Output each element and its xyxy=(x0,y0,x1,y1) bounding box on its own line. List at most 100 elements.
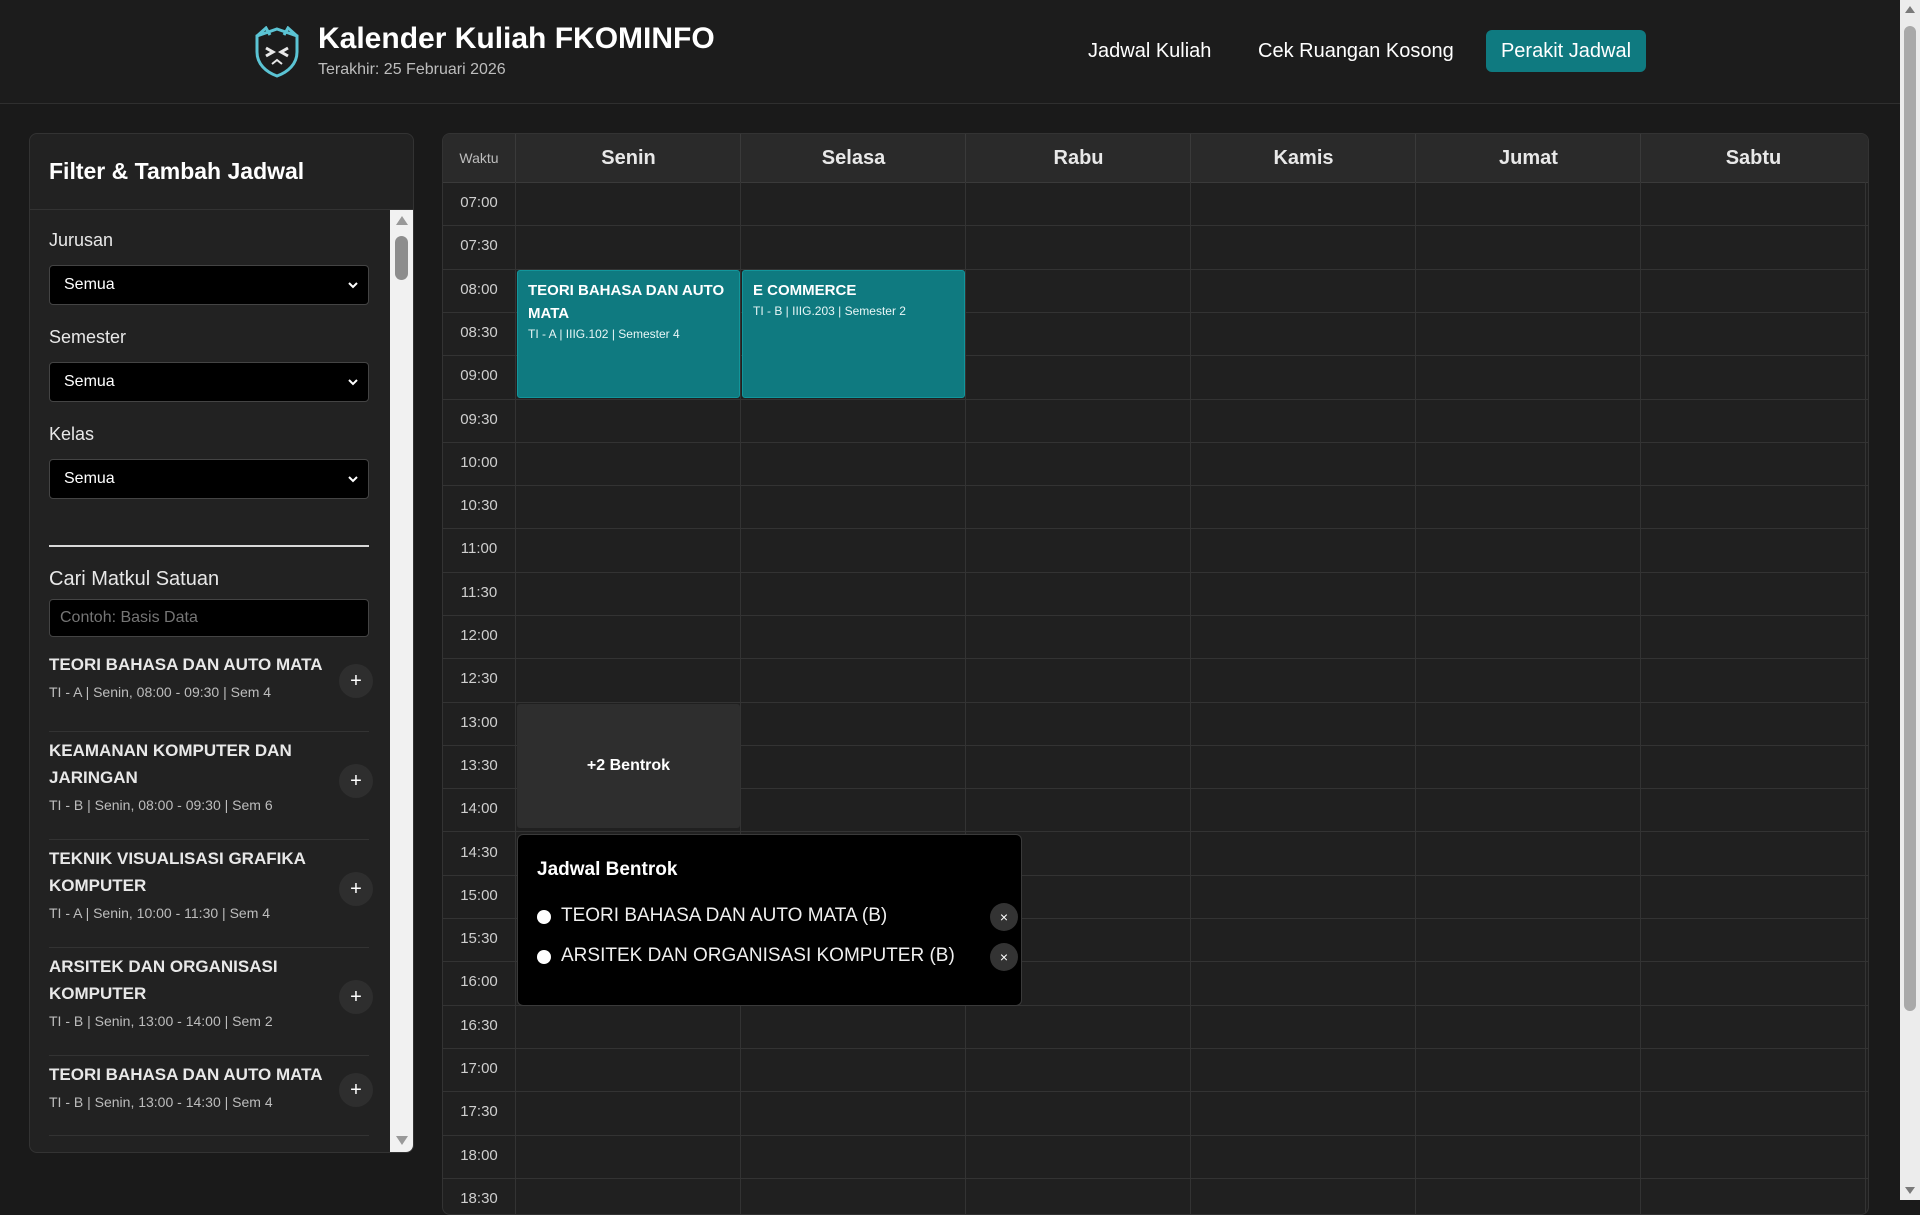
course-list-item: KEAMANAN KOMPUTER DAN JARINGAN TI - B | … xyxy=(49,731,373,840)
search-label: Cari Matkul Satuan xyxy=(49,568,220,590)
grid-column-line xyxy=(1640,182,1641,1214)
conflict-indicator[interactable]: +2 Bentrok xyxy=(517,704,740,828)
add-course-button[interactable]: + xyxy=(339,872,373,906)
filter-label-jurusan: Jurusan xyxy=(49,230,114,250)
time-slot-label: 07:30 xyxy=(460,237,498,254)
kelas-select-value: Semua xyxy=(64,470,115,487)
weekly-calendar: Waktu Senin Selasa Rabu Kamis Jumat Sabt… xyxy=(442,133,1869,1215)
filter-label-kelas: Kelas xyxy=(49,424,95,444)
nav-cek-ruangan-kosong[interactable]: Cek Ruangan Kosong xyxy=(1258,30,1454,72)
day-header-selasa: Selasa xyxy=(740,134,966,182)
course-name: TEKNIK VISUALISASI GRAFIKA KOMPUTER xyxy=(49,849,306,895)
time-slot-label: 13:00 xyxy=(460,714,498,731)
course-list-item: TEKNIK VISUALISASI GRAFIKA KOMPUTER TI -… xyxy=(49,839,373,948)
conflict-item-label: ARSITEK DAN ORGANISASI KOMPUTER (B) xyxy=(561,945,955,966)
jurusan-select[interactable]: Semua xyxy=(49,265,369,305)
conflict-popup: Jadwal Bentrok TEORI BAHASA DAN AUTO MAT… xyxy=(517,834,1022,1006)
time-column-header: Waktu xyxy=(459,150,499,166)
event-title: E COMMERCE xyxy=(753,282,857,299)
remove-conflict-close-icon[interactable]: × xyxy=(990,943,1018,971)
time-slot-label: 18:30 xyxy=(460,1190,498,1207)
jurusan-select-value: Semua xyxy=(64,276,115,293)
grid-row-line xyxy=(443,658,1868,659)
time-slot-label: 12:30 xyxy=(460,670,498,687)
time-slot-label: 08:00 xyxy=(460,281,498,298)
course-list-item: ARSITEK DAN ORGANISASI KOMPUTER TI - B |… xyxy=(49,947,373,1056)
grid-row-line xyxy=(443,1135,1868,1136)
time-slot-label: 10:00 xyxy=(460,454,498,471)
grid-row-line xyxy=(443,399,1868,400)
filter-sidebar: Filter & Tambah Jadwal Jurusan Semua Sem… xyxy=(29,133,414,1153)
grid-row-line xyxy=(443,442,1868,443)
conflict-radio[interactable] xyxy=(537,950,551,964)
sidebar-title: Filter & Tambah Jadwal xyxy=(49,158,305,184)
course-name: TEORI BAHASA DAN AUTO MATA xyxy=(49,1065,323,1084)
nav-jadwal-kuliah[interactable]: Jadwal Kuliah xyxy=(1088,30,1211,72)
course-meta: TI - A | Senin, 08:00 - 09:30 | Sem 4 xyxy=(49,684,272,700)
time-slot-label: 11:30 xyxy=(460,584,498,601)
time-slot-label: 14:00 xyxy=(460,800,498,817)
window-scrollbar-thumb[interactable] xyxy=(1904,26,1916,1011)
time-slot-label: 09:00 xyxy=(460,367,498,384)
grid-column-line xyxy=(740,182,741,1214)
time-slot-label: 16:00 xyxy=(460,973,498,990)
add-course-button[interactable]: + xyxy=(339,1073,373,1107)
add-course-button[interactable]: + xyxy=(339,664,373,698)
add-course-button[interactable]: + xyxy=(339,980,373,1014)
top-header: Kalender Kuliah FKOMINFO Terakhir: 25 Fe… xyxy=(0,0,1900,104)
grid-row-line xyxy=(443,485,1868,486)
kelas-select[interactable]: Semua xyxy=(49,459,369,499)
grid-row-line xyxy=(443,615,1868,616)
calendar-event[interactable]: E COMMERCE TI - B | IIIG.203 | Semester … xyxy=(742,270,965,398)
sidebar-scroll-up-icon[interactable] xyxy=(396,216,408,225)
course-search-input[interactable] xyxy=(49,599,369,637)
grid-row-line xyxy=(443,702,1868,703)
course-name: KEAMANAN KOMPUTER DAN JARINGAN xyxy=(49,741,292,787)
semester-select[interactable]: Semua xyxy=(49,362,369,402)
sidebar-scrollbar[interactable] xyxy=(390,210,413,1152)
time-slot-label: 08:30 xyxy=(460,324,498,341)
time-slot-label: 07:00 xyxy=(460,194,498,211)
time-slot-label: 15:30 xyxy=(460,930,498,947)
time-slot-label: 17:00 xyxy=(460,1060,498,1077)
course-name: TEORI BAHASA DAN AUTO MATA xyxy=(49,655,323,674)
grid-row-line xyxy=(443,528,1868,529)
conflict-item: TEORI BAHASA DAN AUTO MATA (B) × xyxy=(537,902,1018,932)
time-slot-label: 11:00 xyxy=(460,540,498,557)
grid-row-line xyxy=(443,831,1868,832)
grid-column-line xyxy=(965,182,966,1214)
event-meta: TI - A | IIIG.102 | Semester 4 xyxy=(528,327,680,341)
grid-column-line xyxy=(1415,182,1416,1214)
course-list-item: TEORI BAHASA DAN AUTO MATA TI - A | Seni… xyxy=(49,651,373,732)
time-slot-label: 14:30 xyxy=(460,844,498,861)
day-header-rabu: Rabu xyxy=(965,134,1191,182)
course-list-item: TEORI BAHASA DAN AUTO MATA TI - B | Seni… xyxy=(49,1055,373,1136)
section-divider xyxy=(49,545,369,547)
day-header-senin: Senin xyxy=(515,134,741,182)
course-meta: TI - B | Senin, 13:00 - 14:00 | Sem 2 xyxy=(49,1013,273,1029)
time-slot-label: 13:30 xyxy=(460,757,498,774)
sidebar-scroll-area: Jurusan Semua Semester Semua Kelas Semua… xyxy=(30,210,390,1152)
remove-conflict-close-icon[interactable]: × xyxy=(990,903,1018,931)
add-course-button[interactable]: + xyxy=(339,764,373,798)
sidebar-scroll-down-icon[interactable] xyxy=(396,1136,408,1145)
popup-title: Jadwal Bentrok xyxy=(537,859,678,880)
scroll-down-arrow-icon[interactable] xyxy=(1905,1187,1915,1194)
last-updated-text: Terakhir: 25 Februari 2026 xyxy=(318,61,506,78)
time-slot-label: 15:00 xyxy=(460,887,498,904)
time-slot-label: 16:30 xyxy=(460,1017,498,1034)
calendar-event[interactable]: TEORI BAHASA DAN AUTO MATA TI - A | IIIG… xyxy=(517,270,740,398)
filter-label-semester: Semester xyxy=(49,327,127,347)
time-slot-label: 18:00 xyxy=(460,1147,498,1164)
scroll-up-arrow-icon[interactable] xyxy=(1905,6,1915,13)
sidebar-scrollbar-thumb[interactable] xyxy=(395,236,408,280)
course-meta: TI - B | Senin, 13:00 - 14:30 | Sem 4 xyxy=(49,1094,273,1110)
event-title: TEORI BAHASA DAN AUTO MATA xyxy=(528,282,725,322)
chevron-down-icon xyxy=(348,379,358,386)
grid-column-line xyxy=(515,182,516,1214)
conflict-item: ARSITEK DAN ORGANISASI KOMPUTER (B) × xyxy=(537,942,1018,972)
grid-column-line xyxy=(1865,182,1866,1214)
conflict-radio[interactable] xyxy=(537,910,551,924)
conflict-item-label: TEORI BAHASA DAN AUTO MATA (B) xyxy=(561,905,888,926)
nav-perakit-jadwal[interactable]: Perakit Jadwal xyxy=(1486,30,1646,72)
